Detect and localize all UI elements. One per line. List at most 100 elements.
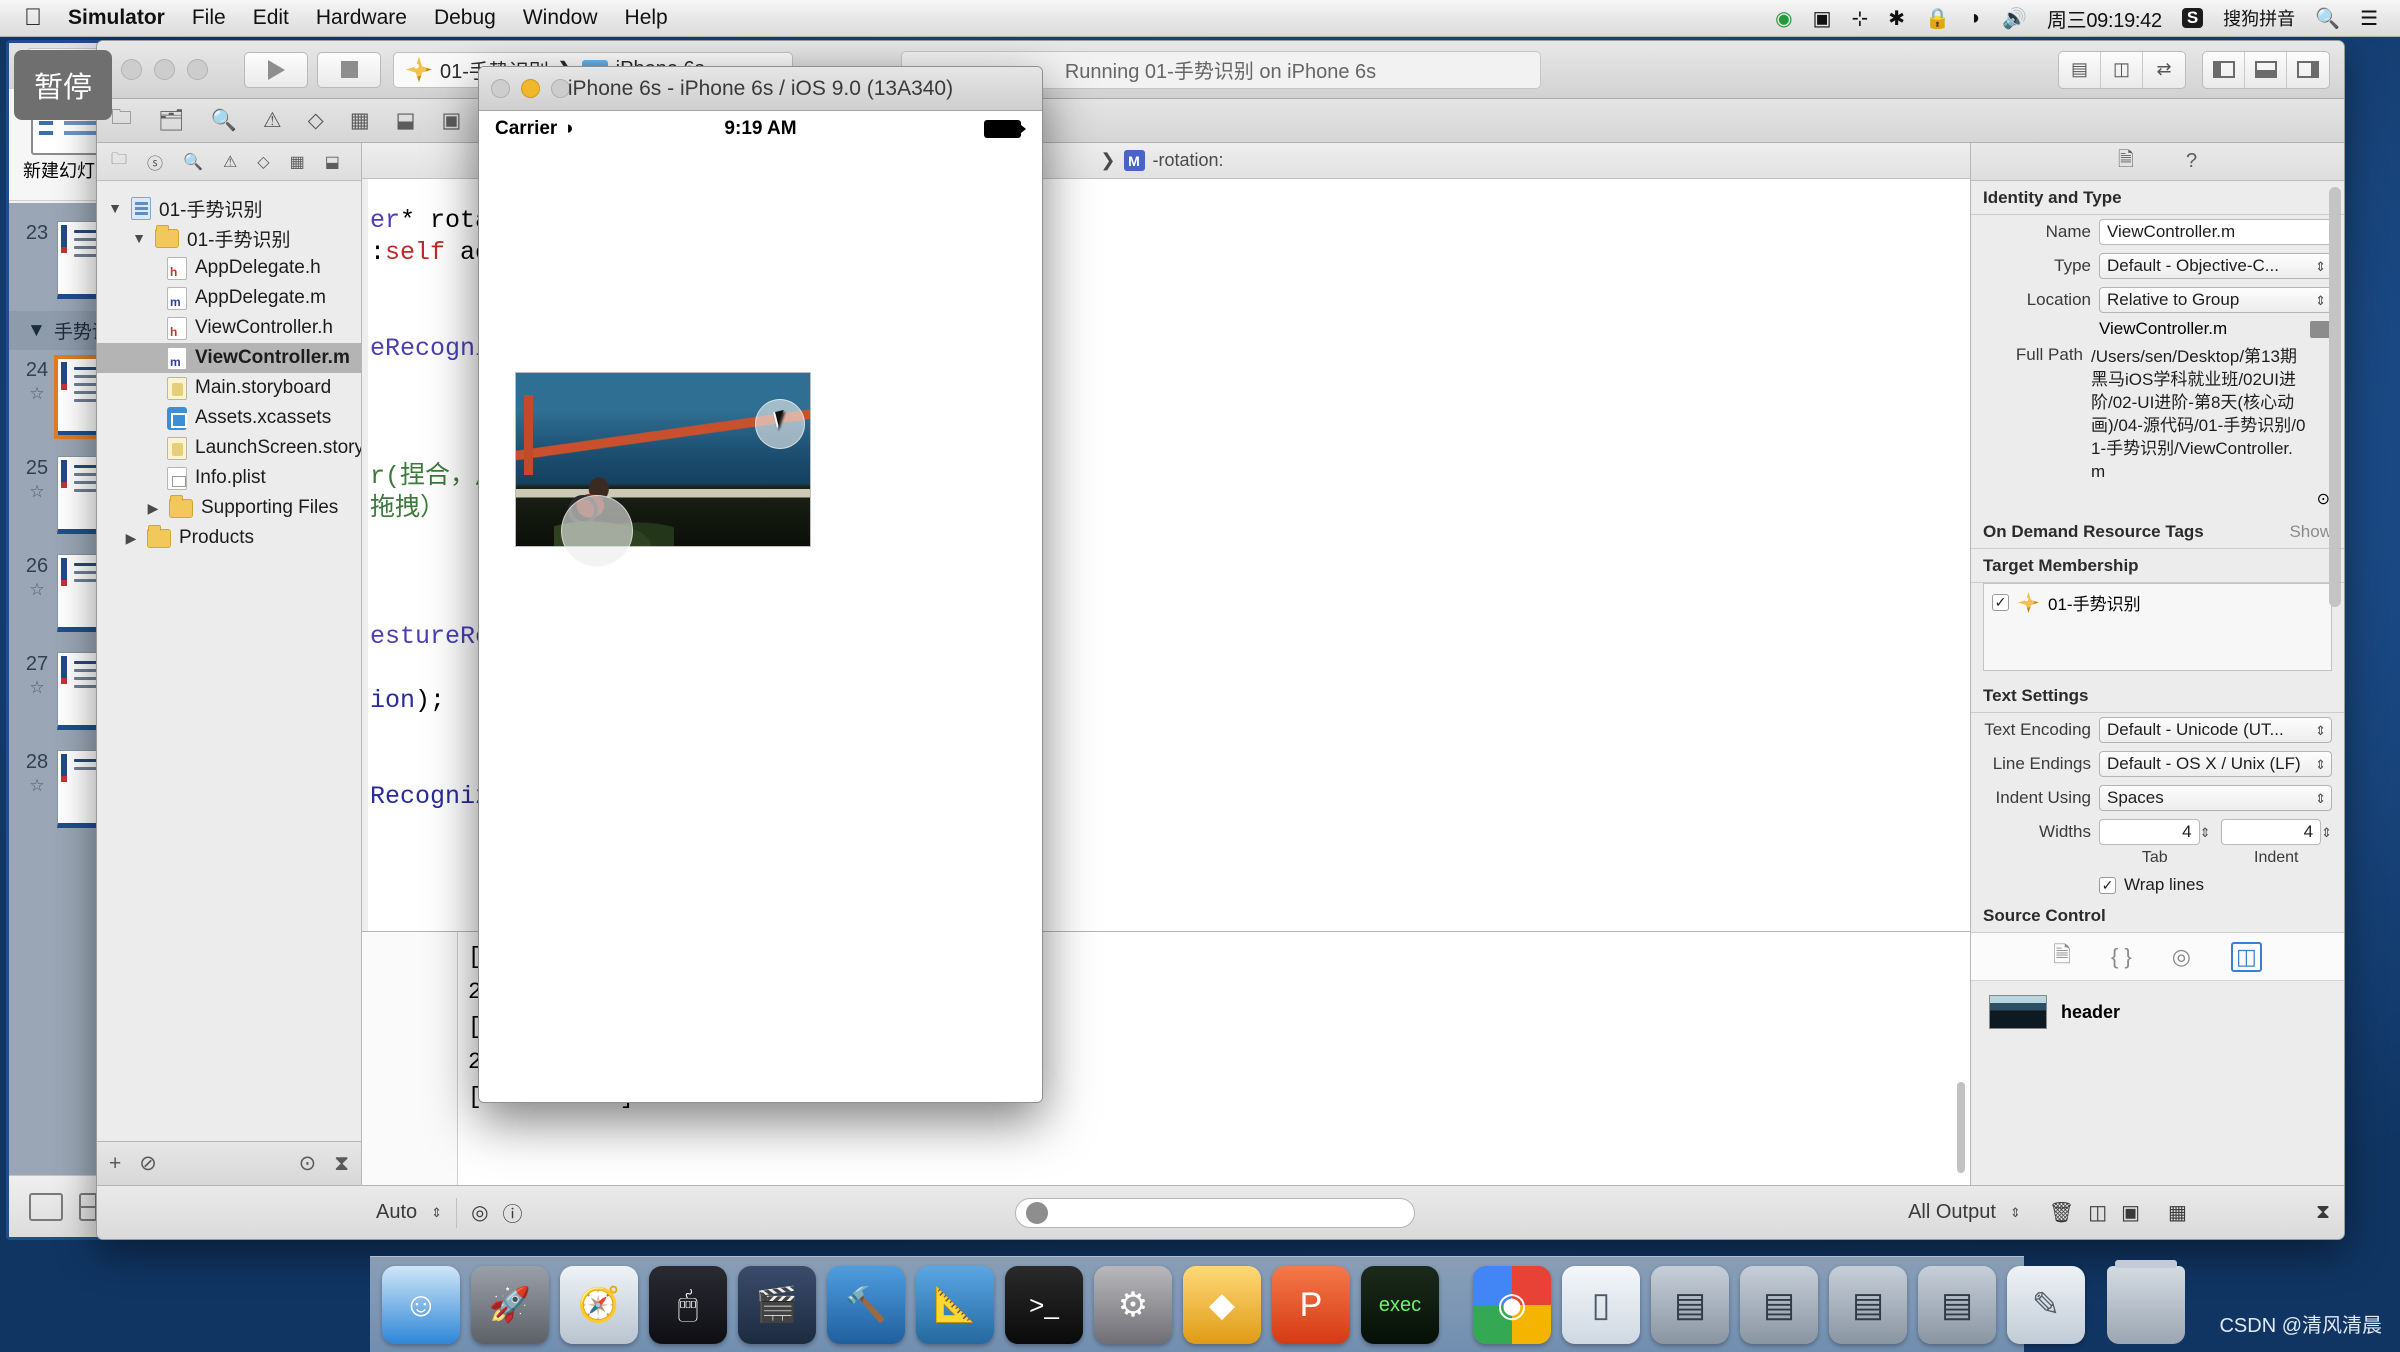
zoom-button[interactable] (187, 59, 208, 80)
macos-menu-bar[interactable]:  Simulator File Edit Hardware Debug Win… (0, 0, 2400, 37)
navigator-tab-bar[interactable]: 🗀 ⓢ 🔍 ⚠ ◇ ▦ ⬓ ▣ (97, 143, 361, 181)
stop-button[interactable] (317, 51, 381, 88)
reveal-in-finder-icon[interactable]: ⊙ (2317, 491, 2330, 508)
dock-item-quicktime[interactable]: 🎬 (738, 1266, 816, 1344)
input-method-label[interactable]: 搜狗拼音 (2223, 5, 2295, 31)
tree-item-assets[interactable]: Assets.xcassets (97, 403, 361, 433)
location-popup[interactable]: Relative to Group ⇕ (2099, 287, 2332, 313)
filter-hidden-icon[interactable]: ⊘ (139, 1151, 157, 1176)
text-settings-header[interactable]: Text Settings (1971, 679, 2344, 713)
notification-center-icon[interactable]: ☰ (2360, 6, 2378, 31)
wrap-lines-checkbox[interactable]: ✓ (2099, 876, 2116, 894)
spotlight-search-icon[interactable]: 🔍 (2315, 6, 2340, 31)
wifi-icon[interactable]: ◗ (1970, 7, 1982, 30)
macos-dock[interactable]: ☺ 🚀 🧭 🖱 🎬 🔨 📐 >_ ⚙ ◆ P exec ◉ ▯ ▤ ▤ ▤ ▤ … (370, 1256, 2185, 1352)
project-file-tree[interactable]: ▼ 01-手势识别 ▼ 01-手势识别 AppDelegate.h (97, 181, 361, 553)
console-actions-segment[interactable]: 🗑 ◫ ▣ (2035, 1200, 2154, 1225)
group-icon[interactable]: 🗂 (158, 109, 185, 133)
disclosure-triangle-icon[interactable]: ▶ (123, 530, 139, 547)
target-membership-list[interactable]: ✓ 01-手势识别 (1983, 583, 2332, 671)
wrap-lines-row[interactable]: ✓ Wrap lines (1971, 871, 2344, 899)
target-checkbox[interactable]: ✓ (1992, 594, 2009, 611)
indent-width-field[interactable]: 4 (2220, 819, 2322, 845)
target-membership-row[interactable]: ✓ 01-手势识别 (1992, 590, 2323, 615)
apple-logo-icon[interactable]:  (24, 6, 42, 30)
navigator-bottom-bar[interactable]: + ⊘ ⊙ ⧗ (97, 1141, 361, 1185)
find-navigator-tab[interactable]: 🔍 (183, 152, 203, 172)
text-encoding-row[interactable]: Text Encoding Default - Unicode (UT... ⇕ (1971, 713, 2344, 747)
grid-icon[interactable]: ▦ (2168, 1200, 2187, 1225)
debug-variables-view[interactable] (362, 932, 458, 1185)
bluetooth-share-icon[interactable]: ⊹ (1852, 6, 1869, 31)
text-encoding-popup[interactable]: Default - Unicode (UT... ⇕ (2099, 717, 2332, 743)
utilities-inspector-pane[interactable]: 🗎 ? Identity and Type Name ViewControlle… (1970, 143, 2344, 1185)
location-file-row[interactable]: ViewController.m (1971, 317, 2344, 345)
show-button[interactable]: Show (2289, 522, 2332, 542)
disclosure-triangle-icon[interactable]: ▼ (107, 200, 123, 216)
name-row[interactable]: Name ViewController.m (1971, 215, 2344, 249)
tree-item-viewcontroller-m[interactable]: ViewController.m (97, 343, 361, 373)
object-library-icon[interactable]: ◎ (2172, 944, 2191, 970)
screen-record-icon[interactable]: ◉ (1775, 6, 1792, 31)
library-footer-segment[interactable]: ▦ ⧗ (2154, 1200, 2344, 1225)
dock-item-chrome[interactable]: ◉ (1473, 1266, 1551, 1344)
tree-item-supporting-files[interactable]: ▶ Supporting Files (97, 493, 361, 523)
reveal-in-finder-row[interactable]: ⊙ (1971, 489, 2344, 515)
run-stop-group[interactable] (244, 51, 381, 88)
project-navigator-pane[interactable]: 🗀 ⓢ 🔍 ⚠ ◇ ▦ ⬓ ▣ ▼ 01-手势识别 ▼ (97, 143, 362, 1185)
line-endings-row[interactable]: Line Endings Default - OS X / Unix (LF) … (1971, 747, 2344, 781)
dock-item-mouse-app[interactable]: 🖱 (649, 1266, 727, 1344)
on-demand-resource-tags-header[interactable]: On Demand Resource Tags Show (1971, 515, 2344, 549)
library-selector-bar[interactable]: 🗎 { } ◎ ◫ (1971, 933, 2344, 981)
debug-navigator-tab[interactable]: ▦ (290, 152, 305, 172)
console-scrollbar[interactable] (1954, 940, 1968, 1177)
menu-window[interactable]: Window (523, 6, 598, 30)
close-button[interactable] (491, 79, 510, 98)
tree-item-group[interactable]: ▼ 01-手势识别 (97, 223, 361, 253)
media-library-item[interactable]: header (1971, 981, 2344, 1043)
warning-icon[interactable]: ⚠ (263, 108, 282, 133)
menu-help[interactable]: Help (625, 6, 668, 30)
input-method-badge[interactable]: S (2181, 8, 2204, 28)
auto-popup-label[interactable]: Auto (376, 1201, 417, 1224)
filter-field-icon[interactable]: ⧗ (334, 1152, 349, 1176)
navigator-toggle-icon[interactable] (2203, 51, 2245, 88)
test-icon[interactable]: ◇ (308, 108, 324, 133)
dock-item-keynote-3[interactable]: ▤ (1829, 1266, 1907, 1344)
indent-width-stepper[interactable]: 4 ⇕ (2220, 819, 2332, 845)
info-icon[interactable]: ⓘ (503, 1198, 523, 1227)
simulator-screen[interactable] (479, 147, 1042, 1102)
dock-item-xcode-beta[interactable]: 📐 (916, 1266, 994, 1344)
name-field[interactable]: ViewController.m (2099, 219, 2332, 245)
zoom-button[interactable] (551, 79, 570, 98)
dock-item-terminal[interactable]: >_ (1005, 1266, 1083, 1344)
ios-simulator-window[interactable]: iPhone 6s - iPhone 6s / iOS 9.0 (13A340)… (478, 66, 1043, 1103)
quick-help-inspector-tab[interactable]: ? (2186, 150, 2197, 173)
close-button[interactable] (121, 59, 142, 80)
identity-and-type-header[interactable]: Identity and Type (1971, 181, 2344, 215)
disclosure-triangle-icon[interactable]: ▼ (131, 230, 147, 246)
dock-item-pycharm[interactable]: P (1272, 1266, 1350, 1344)
golden-gate-photo[interactable] (515, 372, 811, 547)
editor-mode-segment[interactable]: ▤ ◫ ⇄ (2058, 50, 2186, 89)
location-row[interactable]: Location Relative to Group ⇕ (1971, 283, 2344, 317)
utilities-toggle-icon[interactable] (2287, 52, 2329, 88)
widths-fields[interactable]: 4 ⇕ 4 ⇕ (2099, 819, 2332, 845)
widths-row[interactable]: Widths 4 ⇕ 4 ⇕ (1971, 815, 2344, 849)
menu-debug[interactable]: Debug (434, 6, 496, 30)
stepper-icon[interactable]: ⇕ (2321, 826, 2332, 839)
menu-simulator[interactable]: Simulator (68, 6, 165, 30)
tree-item-project[interactable]: ▼ 01-手势识别 (97, 193, 361, 223)
lock-icon[interactable]: 🔒 (1925, 6, 1950, 31)
dock-item-keynote-4[interactable]: ▤ (1918, 1266, 1996, 1344)
menu-edit[interactable]: Edit (253, 6, 289, 30)
symbol-navigator-tab[interactable]: ⓢ (147, 150, 163, 174)
dock-item-screenshot-tool[interactable]: ✎ (2007, 1266, 2085, 1344)
test-navigator-tab[interactable]: ◇ (257, 152, 269, 172)
view-controls[interactable]: ▤ ◫ ⇄ (2058, 50, 2330, 89)
stepper-icon[interactable]: ⇕ (2200, 826, 2211, 839)
split-console-icon[interactable]: ◫ (2088, 1200, 2107, 1225)
video-icon[interactable]: ▣ (1813, 6, 1832, 31)
tab-width-stepper[interactable]: 4 ⇕ (2099, 819, 2211, 845)
target-membership-header[interactable]: Target Membership (1971, 549, 2344, 583)
